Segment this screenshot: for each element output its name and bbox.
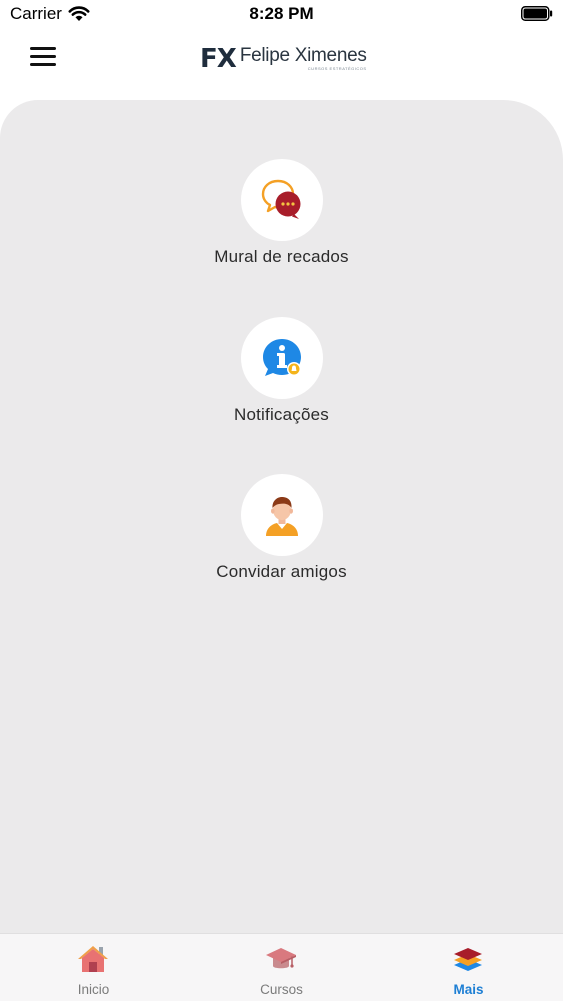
menu-item-label: Mural de recados [214,247,349,266]
chat-bubbles-icon [261,179,300,219]
status-time: 8:28 PM [249,4,314,23]
logo-text: Felipe Ximenes [239,45,367,66]
menu-line-icon [30,63,56,66]
brand-logo: FX Felipe Ximenes CURSOS ESTRATÉGICOS [200,42,367,76]
logo-mark: FX [200,44,237,74]
tab-label: Cursos [260,982,303,997]
menu-item-label: Notificações [234,405,329,424]
logo-subtext: CURSOS ESTRATÉGICOS [307,66,367,71]
app-header: FX Felipe Ximenes CURSOS ESTRATÉGICOS [0,30,563,100]
menu-item-notificacoes[interactable]: Notificações [0,317,563,425]
home-icon [78,946,108,972]
menu-icon-circle [240,317,323,399]
info-bubble-icon [262,339,301,376]
menu-item-mural[interactable]: Mural de recados [0,159,563,267]
menu-item-label: Convidar amigos [216,562,347,581]
bottom-tab-bar: Inicio Cursos Mais [0,933,563,1001]
battery-icon [521,6,553,21]
tab-label: Mais [453,982,484,997]
hamburger-menu-button[interactable] [28,44,60,70]
layers-icon [454,948,482,971]
menu-line-icon [30,47,56,50]
graduation-cap-icon [266,948,296,969]
tab-mais[interactable]: Mais [375,934,562,1001]
status-bar: Carrier 8:28 PM [0,0,563,30]
menu-icon-circle [240,474,323,556]
tab-cursos[interactable]: Cursos [188,934,375,1001]
menu-line-icon [30,55,56,58]
menu-icon-circle [240,159,323,241]
person-avatar-icon [265,496,298,536]
tab-inicio[interactable]: Inicio [0,934,187,1001]
tab-label: Inicio [77,982,110,997]
main-panel: Mural de recados Notificações Convidar a… [0,100,563,933]
menu-item-convidar[interactable]: Convidar amigos [0,474,563,582]
